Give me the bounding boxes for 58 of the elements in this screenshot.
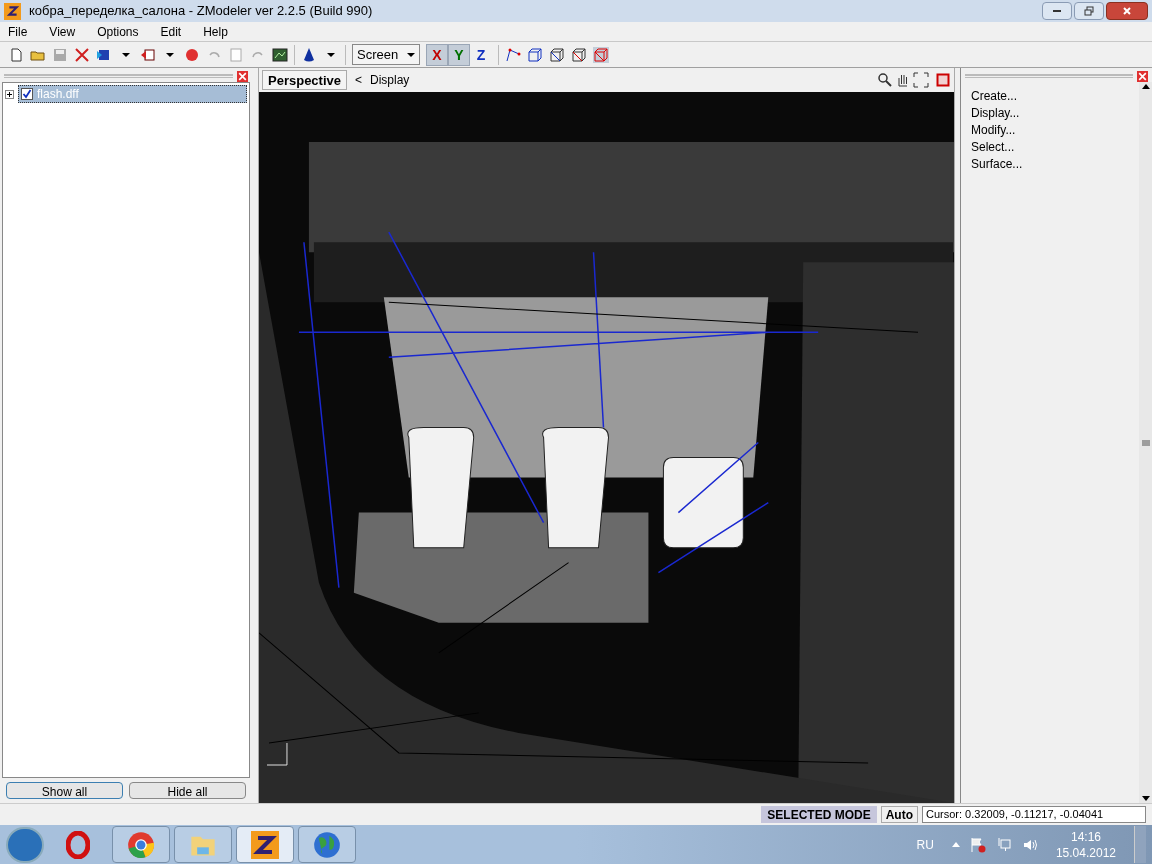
browser-icon xyxy=(127,830,155,859)
flag-error-icon[interactable] xyxy=(969,836,986,853)
opera-icon[interactable] xyxy=(66,830,90,859)
menu-item[interactable]: File xyxy=(8,22,28,41)
panel-button[interactable]: Hide all xyxy=(129,782,246,799)
zoom-icon[interactable] xyxy=(877,72,893,88)
globe-icon xyxy=(313,830,341,859)
cube-icon[interactable] xyxy=(549,46,565,63)
scroll-up-arrow[interactable] xyxy=(1141,84,1150,89)
menu-item[interactable]: Options xyxy=(97,22,139,41)
export-icon[interactable] xyxy=(140,46,156,63)
cube-icon[interactable] xyxy=(527,46,543,63)
command-item[interactable]: Display... xyxy=(971,104,1139,121)
app-logo-icon xyxy=(251,830,279,859)
delete-cross-icon[interactable] xyxy=(74,46,90,63)
sphere-icon[interactable] xyxy=(184,46,200,63)
axis-button[interactable]: X xyxy=(426,43,448,66)
texture-icon[interactable] xyxy=(272,46,288,63)
command-item[interactable]: Modify... xyxy=(971,121,1139,138)
app-logo-icon xyxy=(4,2,21,20)
expand-icon[interactable] xyxy=(5,89,14,99)
close-icon[interactable] xyxy=(237,70,248,82)
display-link[interactable]: Display xyxy=(370,71,410,89)
command-item[interactable]: Surface... xyxy=(971,155,1139,172)
menu-item[interactable]: Edit xyxy=(160,22,182,41)
cursor-coordinates: Cursor: 0.32009, -0.11217, -0.04041 xyxy=(922,806,1146,823)
close-icon[interactable] xyxy=(1137,70,1148,82)
cube-icon[interactable] xyxy=(571,46,587,63)
restore-icon xyxy=(1084,6,1094,16)
scrollbar[interactable] xyxy=(1139,82,1152,803)
taskbar-app-button[interactable] xyxy=(236,826,294,863)
scroll-grip-icon[interactable] xyxy=(1141,439,1150,446)
axis-button[interactable]: Y xyxy=(448,43,470,66)
dropdown-arrow-icon xyxy=(407,50,415,59)
minimize-button[interactable] xyxy=(1042,2,1072,20)
menu-item[interactable]: Help xyxy=(203,22,228,41)
close-button[interactable] xyxy=(1106,2,1148,20)
viewport-tab[interactable]: Perspective xyxy=(262,70,347,90)
menu-item[interactable]: View xyxy=(49,22,76,41)
new-file-icon[interactable] xyxy=(8,46,24,63)
panel-button[interactable]: Show all xyxy=(6,782,123,799)
axis-button[interactable]: Z xyxy=(470,43,492,66)
vertex-icon[interactable] xyxy=(505,46,521,63)
command-item[interactable]: Select... xyxy=(971,138,1139,155)
view-select[interactable]: Screen xyxy=(352,44,420,65)
window-title: кобра_переделка_салона - ZModeler ver 2.2.5 (Build 990) xyxy=(29,2,373,21)
scroll-down-arrow[interactable] xyxy=(1141,796,1150,801)
show-hidden-icons-arrow[interactable] xyxy=(951,842,960,847)
start-button[interactable] xyxy=(6,826,44,863)
minimize-icon xyxy=(1053,10,1061,12)
mode-indicator: SELECTED MODE xyxy=(761,806,877,823)
back-arrow[interactable]: < xyxy=(355,71,362,89)
cone-icon[interactable] xyxy=(301,46,317,63)
maximize-viewport-icon[interactable] xyxy=(935,72,951,88)
command-item[interactable]: Create... xyxy=(971,87,1139,104)
snap-indicator: Auto xyxy=(880,806,918,823)
checkbox[interactable] xyxy=(21,88,33,100)
close-icon xyxy=(1122,6,1132,16)
